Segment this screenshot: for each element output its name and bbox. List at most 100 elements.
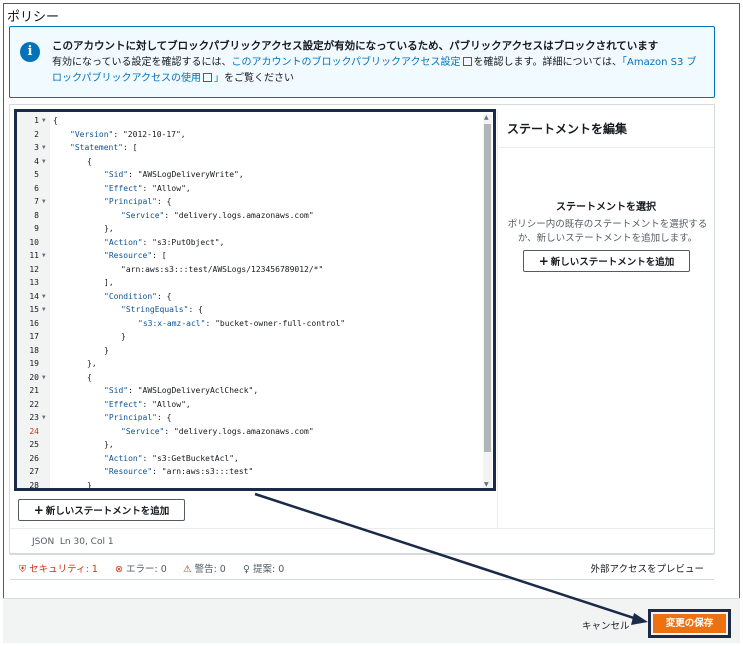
code-line[interactable]: 3 ▼ "Statement": [ xyxy=(17,141,493,155)
security-findings-tab[interactable]: ⛨ セキュリティ: 1 xyxy=(19,561,98,575)
code-text: "Statement": [ xyxy=(70,141,137,155)
bpa-docs-link-close: 」 xyxy=(214,73,224,84)
code-line[interactable]: 27 "Resource": "arn:aws:s3:::test" xyxy=(17,465,493,479)
errors-tab[interactable]: ⊗ エラー: 0 xyxy=(115,561,167,575)
json-key: "Effect" xyxy=(104,183,143,193)
info-icon: i xyxy=(20,42,40,62)
line-number: 17 xyxy=(29,332,39,341)
cancel-button[interactable]: キャンセル xyxy=(582,618,630,632)
json-key: "StringEquals" xyxy=(121,305,189,314)
code-text: "s3:x-amz-acl": "bucket-owner-full-contr… xyxy=(138,317,345,331)
add-statement-button[interactable]: + 新しいステートメントを追加 xyxy=(18,499,185,521)
code-text: "StringEquals": { xyxy=(121,303,203,317)
side-add-statement-label: 新しいステートメントを追加 xyxy=(550,257,675,268)
code-line[interactable]: 23 ▼ "Principal": { xyxy=(17,411,493,425)
json-key: "Statement" xyxy=(70,143,123,152)
info-title: このアカウントに対してブロックパブリックアクセス設定が有効になっているため、パブ… xyxy=(52,40,659,52)
code-text: { xyxy=(87,156,92,166)
fold-toggle-icon[interactable]: ▼ xyxy=(42,155,46,169)
code-line[interactable]: 18} xyxy=(17,344,493,358)
code-line[interactable]: 9}, xyxy=(17,222,493,236)
code-line[interactable]: 7 ▼ "Principal": { xyxy=(17,195,493,209)
code-text: }, xyxy=(104,224,114,233)
fold-toggle-icon[interactable]: ▼ xyxy=(42,195,46,209)
json-value: : "s3:GetBucketAcl", xyxy=(142,453,239,463)
code-line[interactable]: 14 ▼ "Condition": { xyxy=(17,290,493,304)
line-number: 14 xyxy=(29,291,39,301)
select-statement-description: ポリシー内の既存のステートメントを選択するか、新しいステートメントを追加します。 xyxy=(507,219,708,244)
line-number: 9 xyxy=(34,224,39,233)
scroll-up-icon[interactable]: ▲ xyxy=(484,114,489,121)
line-number: 10 xyxy=(29,237,39,247)
json-code-editor[interactable]: 1 ▼{2 "Version": "2012-10-17", 3 ▼ "Statement… xyxy=(14,109,496,491)
suggestions-tab[interactable]: ♀ 提案: 0 xyxy=(243,561,284,575)
line-number: 8 xyxy=(34,210,39,220)
fold-toggle-icon[interactable]: ▼ xyxy=(42,141,46,155)
code-text: "Action": "s3:GetBucketAcl", xyxy=(104,452,239,466)
json-key: "Action" xyxy=(104,237,143,247)
code-text: "Resource": [ xyxy=(104,249,167,263)
warnings-count: 警告: 0 xyxy=(194,564,226,575)
warning-icon: ⚠ xyxy=(183,564,192,575)
line-number: 2 xyxy=(34,129,39,139)
code-line[interactable]: 17} xyxy=(17,330,493,344)
code-line[interactable]: 8 "Service": "delivery.logs.amazonaws.com… xyxy=(17,209,493,223)
code-line[interactable]: 10 "Action": "s3:PutObject", xyxy=(17,236,493,250)
warnings-tab[interactable]: ⚠ 警告: 0 xyxy=(183,561,226,575)
scrollbar-thumb[interactable] xyxy=(484,124,491,452)
bpa-settings-link[interactable]: このアカウントのブロックパブリックアクセス設定 xyxy=(232,57,461,68)
code-text: "Sid": "AWSLogDeliveryWrite", xyxy=(104,168,244,182)
code-line[interactable]: 5 "Sid": "AWSLogDeliveryWrite", xyxy=(17,168,493,182)
info-body-suffix: をご覧ください xyxy=(224,73,294,84)
code-line[interactable]: 16 "s3:x-amz-acl": "bucket-owner-full-con… xyxy=(17,317,493,331)
fold-toggle-icon[interactable]: ▼ xyxy=(42,114,46,128)
json-value: : "Allow", xyxy=(142,183,191,193)
info-alert: i このアカウントに対してブロックパブリックアクセス設定が有効になっているため、… xyxy=(9,26,715,98)
json-key: "s3:x-amz-acl" xyxy=(138,318,206,328)
fold-toggle-icon[interactable]: ▼ xyxy=(42,411,46,425)
code-line[interactable]: 2 "Version": "2012-10-17", xyxy=(17,128,493,142)
fold-toggle-icon[interactable]: ▼ xyxy=(42,249,46,263)
code-text: "Service": "delivery.logs.amazonaws.com" xyxy=(121,209,314,223)
json-value: : { xyxy=(156,291,172,301)
line-number: 27 xyxy=(29,467,39,476)
external-link-icon xyxy=(203,73,212,82)
editor-status-bar: JSON Ln 30, Col 1 xyxy=(10,528,714,554)
json-value: : "AWSLogDeliveryAclCheck", xyxy=(128,386,259,395)
code-line[interactable]: 15 ▼ "StringEquals": { xyxy=(17,303,493,317)
save-button-highlight: 変更の保存 xyxy=(648,609,731,638)
fold-toggle-icon[interactable]: ▼ xyxy=(42,290,46,304)
code-text: ], xyxy=(104,278,114,287)
preview-external-access-button[interactable]: 外部アクセスをプレビュー xyxy=(590,561,704,575)
editor-scrollbar[interactable]: ▲ ▼ xyxy=(483,114,492,488)
code-line[interactable]: 26 "Action": "s3:GetBucketAcl", xyxy=(17,452,493,466)
code-line[interactable]: 11 ▼ "Resource": [ xyxy=(17,249,493,263)
json-key: "Principal" xyxy=(104,413,157,422)
line-number: 26 xyxy=(29,453,39,463)
code-line[interactable]: 1 ▼ { xyxy=(17,114,493,128)
fold-toggle-icon[interactable]: ▼ xyxy=(42,371,46,385)
code-line[interactable]: 21 "Sid": "AWSLogDeliveryAclCheck", xyxy=(17,384,493,398)
code-line[interactable]: 24 "Service": "delivery.logs.amazonaws.co… xyxy=(17,425,493,439)
json-value: : "s3:PutObject", xyxy=(142,237,225,247)
line-number: 13 xyxy=(29,278,39,287)
code-line[interactable]: 28} xyxy=(17,479,493,489)
json-value: : { xyxy=(156,413,172,422)
select-statement-title: ステートメントを選択 xyxy=(556,202,656,213)
save-changes-button[interactable]: 変更の保存 xyxy=(653,614,726,633)
fold-toggle-icon[interactable]: ▼ xyxy=(42,303,46,317)
code-line[interactable]: 19}, xyxy=(17,357,493,371)
code-line[interactable]: 22 "Effect": "Allow", xyxy=(17,398,493,412)
code-line[interactable]: 20 ▼ { xyxy=(17,371,493,385)
code-text: "Action": "s3:PutObject", xyxy=(104,236,224,250)
code-line[interactable]: 13], xyxy=(17,276,493,290)
side-panel-title: ステートメントを編集 xyxy=(507,122,628,136)
side-add-statement-button[interactable]: + 新しいステートメントを追加 xyxy=(523,250,690,272)
code-line[interactable]: 6 "Effect": "Allow", xyxy=(17,182,493,196)
code-line[interactable]: 4 ▼ { xyxy=(17,155,493,169)
code-text: { xyxy=(87,372,92,382)
scroll-down-icon[interactable]: ▼ xyxy=(484,481,489,488)
suggestions-count: 提案: 0 xyxy=(253,564,285,575)
code-line[interactable]: 25}, xyxy=(17,438,493,452)
code-line[interactable]: 12 "arn:aws:s3:::test/AWSLogs/12345678901… xyxy=(17,263,493,277)
